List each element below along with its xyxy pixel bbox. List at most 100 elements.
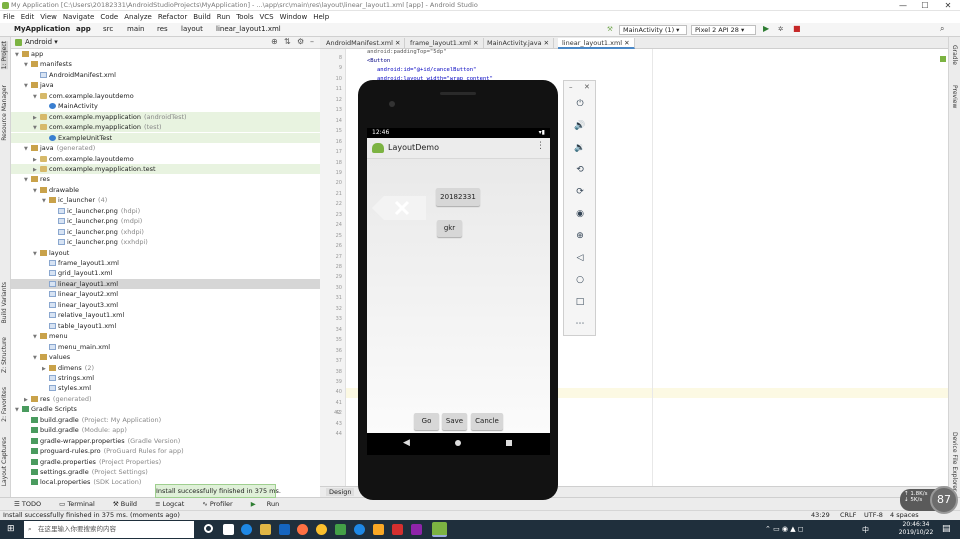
breadcrumb-main[interactable]: main xyxy=(127,25,145,33)
chrome-icon[interactable] xyxy=(316,524,327,535)
tree-item[interactable]: ▶ com.example.layoutdemo xyxy=(11,154,320,164)
tree-item[interactable]: AndroidManifest.xml xyxy=(11,70,320,80)
menu-help[interactable]: Help xyxy=(313,13,329,21)
tree-item[interactable]: ▼ com.example.myapplication (test) xyxy=(11,122,320,133)
run-icon[interactable]: ▶ xyxy=(760,25,772,35)
tree-item[interactable]: ▼ manifests xyxy=(11,59,320,69)
close-emulator-icon[interactable]: ✕ xyxy=(584,83,590,91)
debug-icon[interactable]: ✲ xyxy=(775,25,786,35)
tool-tab-structure[interactable]: Z: Structure xyxy=(1,337,8,373)
app-icon-2[interactable] xyxy=(392,524,403,535)
ime-indicator[interactable]: 中 xyxy=(862,525,869,535)
indent-setting[interactable]: 4 spaces xyxy=(890,511,919,519)
menu-analyze[interactable]: Analyze xyxy=(124,13,152,21)
folder-icon[interactable] xyxy=(373,524,384,535)
firefox-icon[interactable] xyxy=(297,524,308,535)
tree-item[interactable]: frame_layout1.xml xyxy=(11,258,320,268)
volume-up-icon[interactable]: 🔊 xyxy=(572,119,588,133)
tool-logcat[interactable]: ≡ Logcat xyxy=(155,500,193,508)
tree-item[interactable]: ▼ values xyxy=(11,352,320,362)
minimize-emulator-icon[interactable]: – xyxy=(569,83,573,91)
cancel-button[interactable]: Cancle xyxy=(471,413,503,430)
home-button-icon[interactable]: ○ xyxy=(572,273,588,287)
tree-item[interactable]: build.gradle (Module: app) xyxy=(11,425,320,435)
menu-window[interactable]: Window xyxy=(280,13,308,21)
tree-item[interactable]: build.gradle (Project: My Application) xyxy=(11,415,320,425)
file-icon[interactable] xyxy=(223,524,234,535)
caret-position[interactable]: 43:29 xyxy=(811,511,830,519)
design-tab[interactable]: Design xyxy=(326,488,355,496)
menu-edit[interactable]: Edit xyxy=(21,13,35,21)
tree-item[interactable]: ▼ res xyxy=(11,174,320,184)
menu-view[interactable]: View xyxy=(40,13,57,21)
tab-main-activity[interactable]: MainActivity.java ✕ xyxy=(483,38,555,49)
rotate-right-icon[interactable]: ⟳ xyxy=(572,185,588,199)
maximize-button[interactable]: ☐ xyxy=(914,0,936,11)
hide-icon[interactable]: – xyxy=(310,37,314,46)
tool-tab-resource-manager[interactable]: Resource Manager xyxy=(1,85,8,141)
close-window-button[interactable]: ✕ xyxy=(937,0,959,11)
home-icon[interactable] xyxy=(455,440,461,446)
tree-item[interactable]: ▼ java xyxy=(11,80,320,90)
tray-icons[interactable]: ⌃ ▭ ◉ ▲ ◻ xyxy=(765,525,804,533)
recents-icon[interactable] xyxy=(506,440,512,446)
tool-tab-layout-captures[interactable]: Layout Captures xyxy=(1,437,8,486)
tool-terminal[interactable]: ▭ Terminal xyxy=(59,500,104,508)
cpu-usage[interactable]: 87 xyxy=(930,486,958,514)
power-icon[interactable]: ⏻ xyxy=(572,97,588,111)
app-icon[interactable] xyxy=(335,524,346,535)
tree-item[interactable]: gradle.properties (Project Properties) xyxy=(11,457,320,467)
globe-icon[interactable]: ⊕ xyxy=(271,37,278,46)
tree-item[interactable]: ▼ java (generated) xyxy=(11,143,320,153)
tree-item[interactable]: linear_layout2.xml xyxy=(11,289,320,299)
go-button[interactable]: Go xyxy=(414,413,439,430)
project-view-select[interactable]: Android ▾ xyxy=(25,38,58,46)
run-config-select[interactable]: MainActivity (1) ▾ xyxy=(619,25,687,35)
tool-run[interactable]: ▶ Run xyxy=(251,500,289,508)
tree-item[interactable]: relative_layout1.xml xyxy=(11,310,320,320)
breadcrumb-file[interactable]: linear_layout1.xml xyxy=(216,25,281,33)
menu-run[interactable]: Run xyxy=(217,13,230,21)
tree-item[interactable]: ic_launcher.png (mdpi) xyxy=(11,216,320,226)
student-id-button[interactable]: 20182331 xyxy=(436,188,480,206)
menu-refactor[interactable]: Refactor xyxy=(158,13,187,21)
back-button-icon[interactable]: ◁ xyxy=(572,251,588,265)
line-ending[interactable]: CRLF xyxy=(840,511,856,519)
tab-android-manifest[interactable]: AndroidManifest.xml ✕ xyxy=(322,38,406,49)
save-button[interactable]: Save xyxy=(442,413,467,430)
tree-item[interactable]: linear_layout3.xml xyxy=(11,300,320,310)
tree-item[interactable]: menu_main.xml xyxy=(11,342,320,352)
store-icon[interactable] xyxy=(279,524,290,535)
app-icon-3[interactable] xyxy=(411,524,422,535)
windows-start-icon[interactable]: ⊞ xyxy=(7,525,16,534)
overview-icon[interactable]: □ xyxy=(572,295,588,309)
tree-item[interactable]: ic_launcher.png (xxhdpi) xyxy=(11,237,320,247)
search-icon[interactable]: ⌕ xyxy=(937,25,947,35)
tree-item[interactable]: ▼ com.example.layoutdemo xyxy=(11,91,320,101)
menu-build[interactable]: Build xyxy=(193,13,211,21)
file-encoding[interactable]: UTF-8 xyxy=(864,511,883,519)
tree-item[interactable]: ic_launcher.png (hdpi) xyxy=(11,206,320,216)
tool-tab-build-variants[interactable]: Build Variants xyxy=(1,282,8,323)
tool-tab-preview[interactable]: Preview xyxy=(951,85,958,108)
tree-item[interactable]: styles.xml xyxy=(11,383,320,393)
tree-item[interactable]: ▶ dimens (2) xyxy=(11,363,320,373)
tool-tab-device-file-explorer[interactable]: Device File Explorer xyxy=(951,432,958,491)
menu-file[interactable]: File xyxy=(3,13,15,21)
volume-down-icon[interactable]: 🔉 xyxy=(572,141,588,155)
breadcrumb-res[interactable]: res xyxy=(157,25,168,33)
menu-tools[interactable]: Tools xyxy=(236,13,253,21)
file-explorer-icon[interactable] xyxy=(260,524,271,535)
tree-item[interactable]: ▼ drawable xyxy=(11,185,320,195)
tree-item[interactable]: linear_layout1.xml xyxy=(11,278,320,289)
zoom-icon[interactable]: ⊕ xyxy=(572,229,588,243)
tool-todo[interactable]: ☰ TODO xyxy=(14,500,50,508)
collapse-icon[interactable]: ⇅ xyxy=(284,37,291,46)
gear-icon[interactable]: ⚙ xyxy=(297,37,304,46)
tool-tab-gradle[interactable]: Gradle xyxy=(951,45,958,65)
tree-item[interactable]: ▶ res (generated) xyxy=(11,394,320,404)
breadcrumb-src[interactable]: src xyxy=(103,25,113,33)
breadcrumb-app[interactable]: app xyxy=(76,25,91,33)
tree-item[interactable]: strings.xml xyxy=(11,373,320,383)
tree-item[interactable]: table_layout1.xml xyxy=(11,321,320,331)
